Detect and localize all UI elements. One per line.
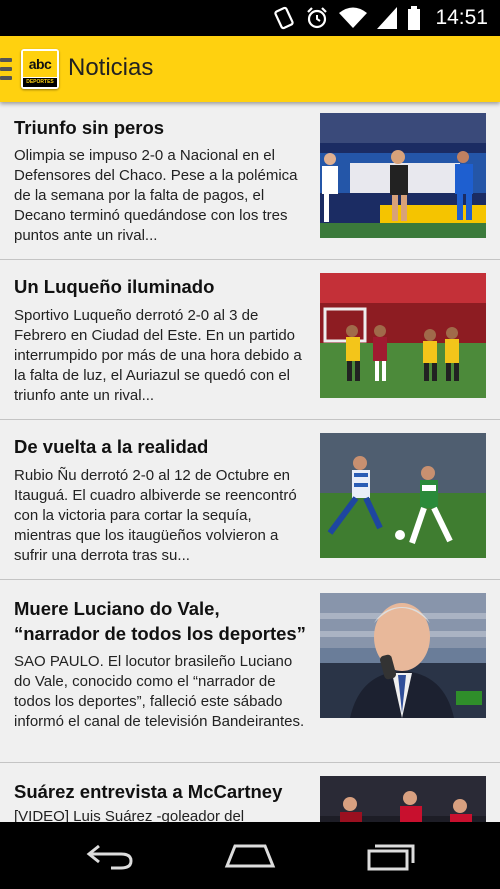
battery-icon <box>408 6 421 30</box>
news-title: Muere Luciano do Vale, “narrador de todo… <box>14 598 306 644</box>
recents-icon <box>367 844 415 871</box>
news-title: Suárez entrevista a McCartney <box>14 781 283 802</box>
news-item[interactable]: Suárez entrevista a McCartney [VIDEO] Lu… <box>0 763 500 822</box>
app-bar: abc DEPORTES Noticias <box>0 36 500 102</box>
news-title: Un Luqueño iluminado <box>14 276 215 297</box>
logo-text: abc <box>28 56 52 72</box>
news-summary: Olimpia se impuso 2-0 a Nacional en el D… <box>14 147 298 244</box>
news-thumbnail <box>320 593 486 718</box>
news-item[interactable]: De vuelta a la realidad Rubio Ñu derrotó… <box>0 420 500 580</box>
news-item[interactable]: Triunfo sin peros Olimpia se impuso 2-0 … <box>0 102 500 260</box>
news-list: Triunfo sin peros Olimpia se impuso 2-0 … <box>0 102 500 822</box>
news-summary: Sportivo Luqueño derrotó 2-0 al 3 de Feb… <box>14 307 302 404</box>
news-title: De vuelta a la realidad <box>14 436 209 457</box>
news-item[interactable]: Muere Luciano do Vale, “narrador de todo… <box>0 580 500 763</box>
news-title: Triunfo sin peros <box>14 117 165 138</box>
alarm-icon <box>307 7 328 29</box>
news-summary: Rubio Ñu derrotó 2-0 al 12 de Octubre en… <box>14 467 297 564</box>
wifi-icon <box>339 7 368 28</box>
news-summary: SAO PAULO. El locutor brasileño Luciano … <box>14 653 305 730</box>
signal-icon <box>377 7 398 29</box>
home-button[interactable] <box>220 840 280 872</box>
back-button[interactable] <box>80 840 140 872</box>
app-logo[interactable]: abc DEPORTES <box>21 49 59 89</box>
news-item[interactable]: Un Luqueño iluminado Sportivo Luqueño de… <box>0 260 500 420</box>
back-icon <box>86 844 133 870</box>
status-icons: 14:51 <box>273 0 500 36</box>
news-summary: [VIDEO] Luis Suárez -goleador del <box>14 808 245 822</box>
page-title: Noticias <box>68 54 154 81</box>
status-bar: 14:51 <box>0 0 500 36</box>
news-thumbnail <box>320 776 486 822</box>
news-thumbnail <box>320 113 486 238</box>
news-thumbnail <box>320 273 486 398</box>
news-thumbnail <box>320 433 486 558</box>
clock: 14:51 <box>435 6 488 29</box>
vibrate-icon <box>274 6 295 30</box>
menu-icon[interactable] <box>0 58 14 80</box>
navigation-bar <box>0 822 500 889</box>
logo-subtext: DEPORTES <box>23 78 57 87</box>
home-icon <box>224 844 276 868</box>
recents-button[interactable] <box>360 840 420 872</box>
